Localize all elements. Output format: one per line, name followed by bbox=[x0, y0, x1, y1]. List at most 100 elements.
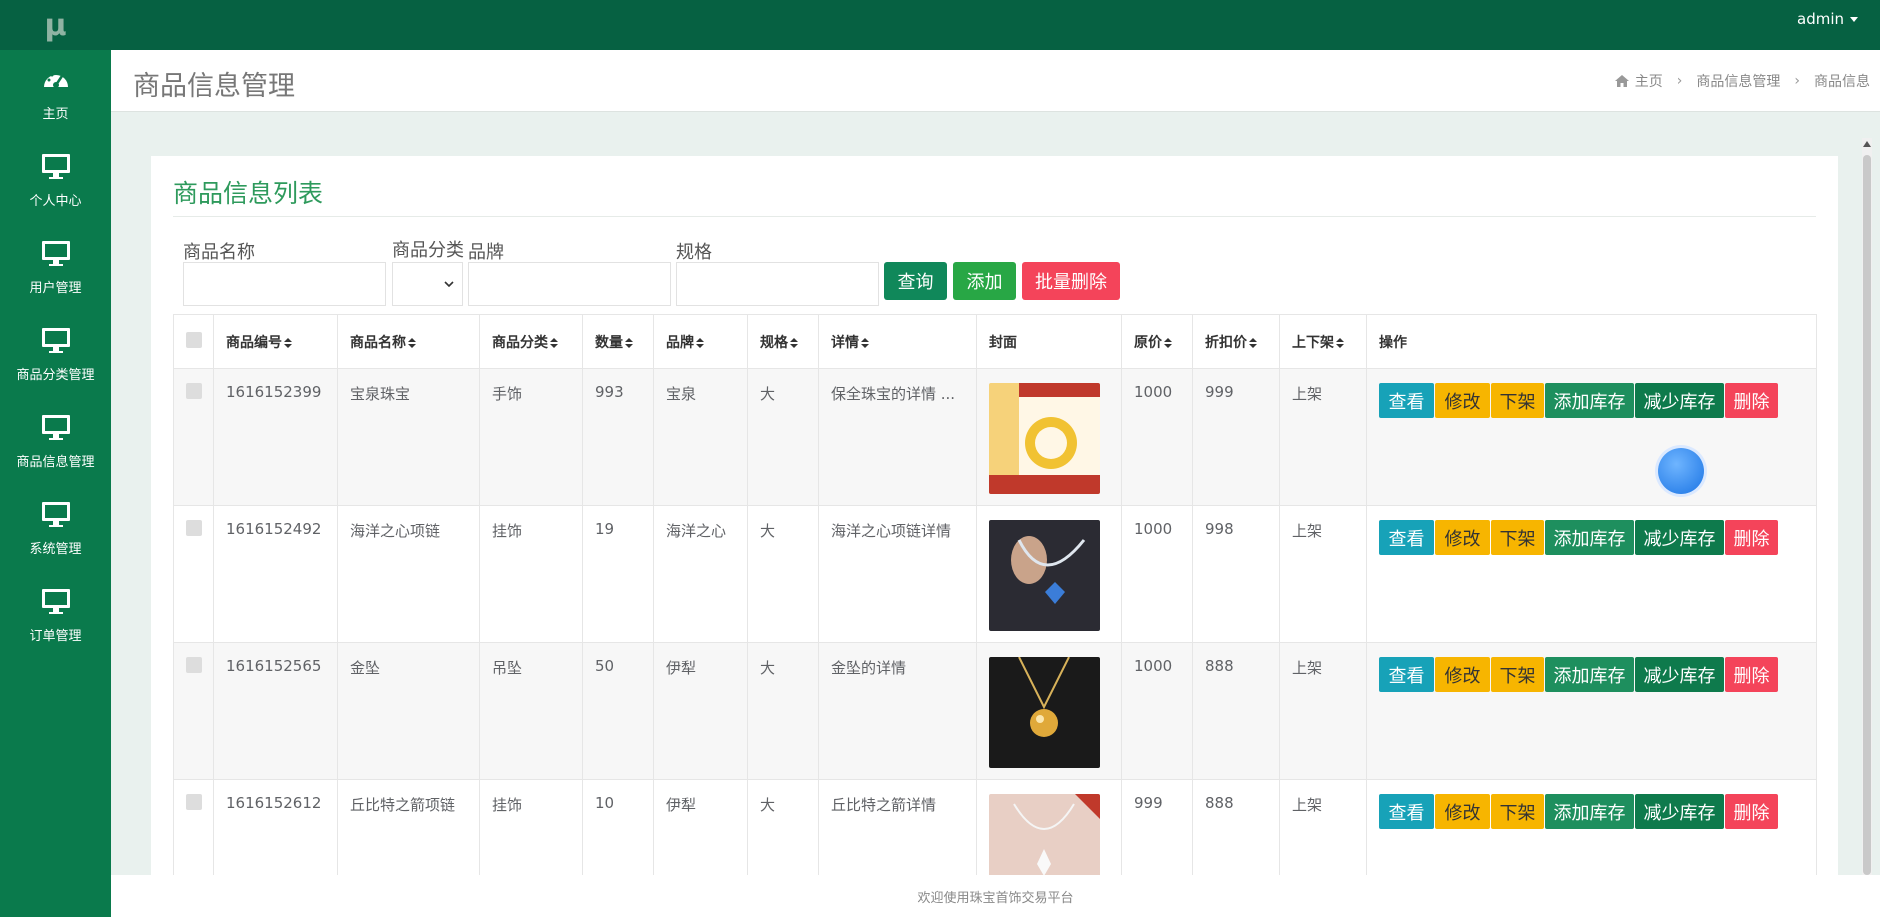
view-button[interactable]: 查看 bbox=[1379, 383, 1434, 418]
sidebar: μ 主页 个人中心 用户管理 商品分类管理 商品信息管理 系统管理 订单管理 bbox=[0, 0, 111, 917]
delete-button[interactable]: 删除 bbox=[1725, 383, 1778, 418]
edit-button[interactable]: 修改 bbox=[1435, 383, 1490, 418]
sidebar-item-user-management[interactable]: 用户管理 bbox=[0, 224, 111, 311]
brand-input[interactable] bbox=[468, 262, 671, 306]
floating-assistant-button[interactable] bbox=[1658, 448, 1704, 494]
col-header-brand[interactable]: 品牌 bbox=[653, 314, 748, 369]
unlist-button[interactable]: 下架 bbox=[1491, 383, 1544, 418]
monitor-icon bbox=[41, 154, 70, 179]
cover-image[interactable] bbox=[989, 794, 1100, 876]
cell-cover bbox=[976, 368, 1122, 506]
cover-image[interactable] bbox=[989, 656, 1100, 768]
cell-price: 1000 bbox=[1121, 368, 1193, 506]
category-select[interactable] bbox=[392, 262, 463, 306]
unlist-button[interactable]: 下架 bbox=[1491, 520, 1544, 555]
add-stock-button[interactable]: 添加库存 bbox=[1545, 657, 1634, 692]
unlist-button[interactable]: 下架 bbox=[1491, 794, 1544, 829]
select-all-checkbox[interactable] bbox=[186, 331, 202, 348]
col-label: 原价 bbox=[1134, 334, 1162, 351]
unlist-button[interactable]: 下架 bbox=[1491, 657, 1544, 692]
product-name-input[interactable] bbox=[183, 262, 386, 306]
cell-name: 金坠 bbox=[337, 642, 480, 780]
cell-spec: 大 bbox=[747, 779, 819, 876]
topbar: admin bbox=[111, 0, 1880, 50]
cell-category: 手饰 bbox=[479, 368, 583, 506]
cell-brand: 海洋之心 bbox=[653, 505, 748, 643]
cell-category: 吊坠 bbox=[479, 642, 583, 780]
edit-button[interactable]: 修改 bbox=[1435, 520, 1490, 555]
col-label: 上下架 bbox=[1292, 334, 1334, 351]
breadcrumb-home[interactable]: 主页 bbox=[1635, 71, 1663, 91]
col-header-spec[interactable]: 规格 bbox=[747, 314, 819, 369]
cell-cover bbox=[976, 779, 1122, 876]
row-checkbox[interactable] bbox=[186, 794, 202, 810]
cover-image[interactable] bbox=[989, 383, 1100, 494]
row-checkbox[interactable] bbox=[186, 383, 202, 399]
row-checkbox[interactable] bbox=[186, 657, 202, 673]
delete-button[interactable]: 删除 bbox=[1725, 520, 1778, 555]
add-button[interactable]: 添加 bbox=[953, 262, 1016, 300]
view-button[interactable]: 查看 bbox=[1379, 520, 1434, 555]
add-stock-button[interactable]: 添加库存 bbox=[1545, 794, 1634, 829]
chevron-right-icon: › bbox=[1676, 73, 1683, 89]
table-row: 1616152612 丘比特之箭项链 挂饰 10 伊犁 大 丘比特之箭详情 99… bbox=[173, 779, 1817, 876]
col-label: 折扣价 bbox=[1205, 334, 1247, 351]
col-header-name[interactable]: 商品名称 bbox=[337, 314, 480, 369]
product-table: 商品编号 商品名称 商品分类 数量 品牌 规格 详情 封面 原价 折扣价 上下架… bbox=[173, 314, 1817, 876]
breadcrumb-product-management[interactable]: 商品信息管理 bbox=[1696, 71, 1780, 91]
reduce-stock-button[interactable]: 减少库存 bbox=[1635, 520, 1724, 555]
query-button[interactable]: 查询 bbox=[884, 262, 947, 300]
delete-button[interactable]: 删除 bbox=[1725, 794, 1778, 829]
cell-id: 1616152399 bbox=[213, 368, 338, 506]
cell-cover bbox=[976, 642, 1122, 780]
sidebar-item-home[interactable]: 主页 bbox=[0, 50, 111, 137]
scroll-up-arrow-icon[interactable] bbox=[1863, 141, 1871, 147]
col-header-price[interactable]: 原价 bbox=[1121, 314, 1193, 369]
col-label: 操作 bbox=[1379, 334, 1407, 351]
cell-status: 上架 bbox=[1279, 642, 1367, 780]
sort-icon bbox=[284, 337, 292, 348]
footer-text: 欢迎使用珠宝首饰交易平台 bbox=[917, 890, 1074, 906]
user-menu[interactable]: admin bbox=[1797, 10, 1858, 28]
cell-category: 挂饰 bbox=[479, 779, 583, 876]
cell-status: 上架 bbox=[1279, 368, 1367, 506]
scrollbar-thumb[interactable] bbox=[1863, 155, 1871, 875]
col-header-qty[interactable]: 数量 bbox=[582, 314, 654, 369]
cell-brand: 伊犁 bbox=[653, 779, 748, 876]
add-stock-button[interactable]: 添加库存 bbox=[1545, 383, 1634, 418]
app-logo[interactable]: μ bbox=[0, 0, 111, 50]
reduce-stock-button[interactable]: 减少库存 bbox=[1635, 657, 1724, 692]
product-name-label: 商品名称 bbox=[183, 242, 255, 263]
cell-detail: 保全珠宝的详情 ... bbox=[818, 368, 977, 506]
sidebar-item-product-management[interactable]: 商品信息管理 bbox=[0, 398, 111, 485]
sidebar-item-personal-center[interactable]: 个人中心 bbox=[0, 137, 111, 224]
sidebar-item-category-management[interactable]: 商品分类管理 bbox=[0, 311, 111, 398]
cell-category: 挂饰 bbox=[479, 505, 583, 643]
sidebar-item-system-management[interactable]: 系统管理 bbox=[0, 485, 111, 572]
cover-image[interactable] bbox=[989, 520, 1100, 631]
cell-spec: 大 bbox=[747, 642, 819, 780]
row-checkbox[interactable] bbox=[186, 520, 202, 536]
cell-id: 1616152612 bbox=[213, 779, 338, 876]
col-header-discount[interactable]: 折扣价 bbox=[1192, 314, 1280, 369]
cell-qty: 993 bbox=[582, 368, 654, 506]
reduce-stock-button[interactable]: 减少库存 bbox=[1635, 794, 1724, 829]
reduce-stock-button[interactable]: 减少库存 bbox=[1635, 383, 1724, 418]
delete-button[interactable]: 删除 bbox=[1725, 657, 1778, 692]
col-label: 数量 bbox=[595, 334, 623, 351]
footer: 欢迎使用珠宝首饰交易平台 bbox=[111, 875, 1880, 917]
sidebar-item-label: 商品分类管理 bbox=[16, 368, 95, 383]
view-button[interactable]: 查看 bbox=[1379, 794, 1434, 829]
view-button[interactable]: 查看 bbox=[1379, 657, 1434, 692]
spec-input[interactable] bbox=[676, 262, 879, 306]
edit-button[interactable]: 修改 bbox=[1435, 657, 1490, 692]
col-header-category[interactable]: 商品分类 bbox=[479, 314, 583, 369]
add-stock-button[interactable]: 添加库存 bbox=[1545, 520, 1634, 555]
col-header-status[interactable]: 上下架 bbox=[1279, 314, 1367, 369]
col-header-detail[interactable]: 详情 bbox=[818, 314, 977, 369]
col-header-id[interactable]: 商品编号 bbox=[213, 314, 338, 369]
table-row: 1616152565 金坠 吊坠 50 伊犁 大 金坠的详情 1000 888 … bbox=[173, 642, 1817, 780]
edit-button[interactable]: 修改 bbox=[1435, 794, 1490, 829]
batch-delete-button[interactable]: 批量删除 bbox=[1022, 262, 1120, 300]
sidebar-item-order-management[interactable]: 订单管理 bbox=[0, 572, 111, 659]
